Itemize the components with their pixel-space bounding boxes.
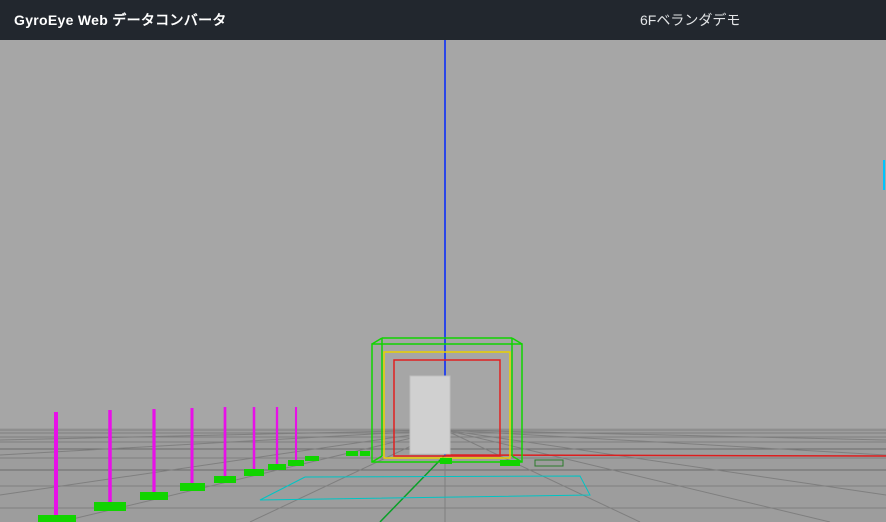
app-header: GyroEye Web データコンバータ 6Fベランダデモ — [0, 0, 886, 40]
app-title: GyroEye Web データコンバータ — [14, 10, 227, 30]
model-title: 6Fベランダデモ — [640, 10, 740, 30]
panel-gray — [410, 376, 450, 454]
scene-canvas[interactable] — [0, 40, 886, 522]
axis-x — [445, 455, 886, 456]
viewport-3d[interactable] — [0, 40, 886, 522]
